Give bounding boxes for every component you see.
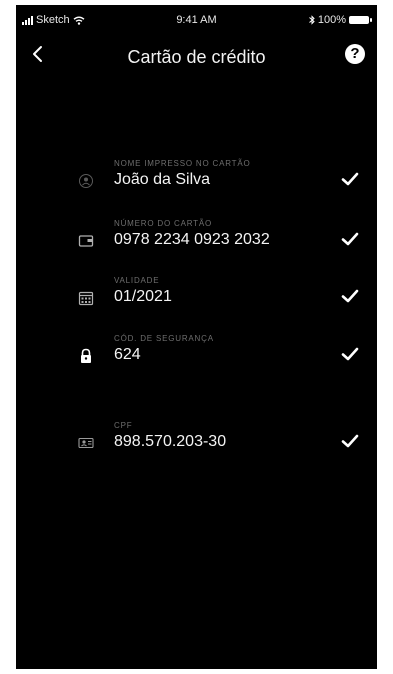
checkmark-icon <box>341 232 359 246</box>
field-label: Número do cartão <box>114 219 212 228</box>
field-label: Nome impresso no cartão <box>114 159 251 168</box>
checkmark-icon <box>341 172 359 186</box>
field-cpf[interactable]: CPF 898.570.203-30 <box>16 419 377 463</box>
battery-percentage: 100% <box>317 14 346 26</box>
help-button[interactable]: ? <box>345 44 365 64</box>
nav-bar: Cartão de crédito ? <box>16 35 377 79</box>
field-label: Cód. de segurança <box>114 334 214 343</box>
field-value: 01/2021 <box>114 288 172 305</box>
back-button[interactable] <box>26 42 50 66</box>
field-expiry[interactable]: Validade 01/2021 <box>16 274 377 318</box>
field-value: 898.570.203-30 <box>114 433 227 450</box>
field-value: João da Silva <box>114 171 211 188</box>
lock-icon <box>81 348 91 363</box>
phone-screen: Sketch 9:41 AM 100% Cartão de crédito ? <box>16 5 377 669</box>
status-bar: Sketch 9:41 AM 100% <box>16 5 377 35</box>
id-card-icon <box>78 437 94 449</box>
field-value: 624 <box>114 346 141 363</box>
field-security-code[interactable]: Cód. de segurança 624 <box>16 332 377 376</box>
battery-icon <box>349 16 372 24</box>
checkmark-icon <box>341 347 359 361</box>
calendar-icon <box>78 291 94 306</box>
bluetooth-icon <box>309 15 315 25</box>
field-value: 0978 2234 0923 2032 <box>114 231 270 248</box>
checkmark-icon <box>341 289 359 303</box>
checkmark-icon <box>341 434 359 448</box>
battery-info: 100% <box>309 14 372 26</box>
page-title: Cartão de crédito <box>127 47 266 67</box>
credit-card-icon <box>78 235 94 247</box>
field-cardholder-name[interactable]: Nome impresso no cartão João da Silva <box>16 157 377 201</box>
person-icon <box>79 174 93 188</box>
field-label: CPF <box>114 421 133 430</box>
field-card-number[interactable]: Número do cartão 0978 2234 0923 2032 <box>16 217 377 261</box>
field-label: Validade <box>114 276 160 285</box>
